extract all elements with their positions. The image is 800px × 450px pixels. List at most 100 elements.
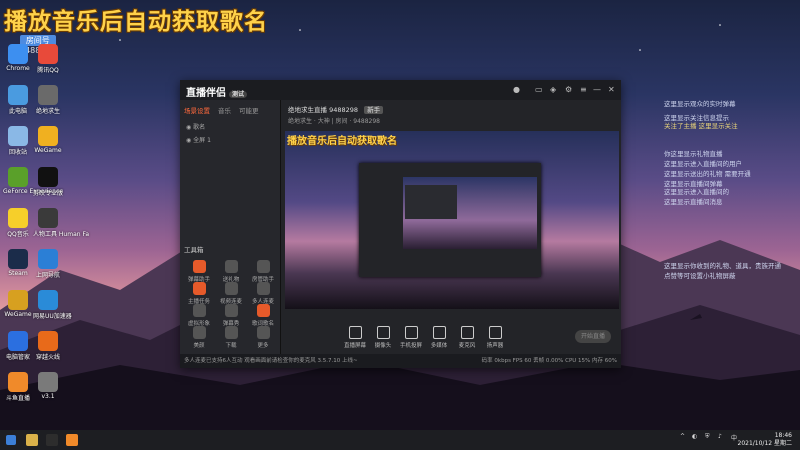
- ime-icon[interactable]: 中: [731, 433, 737, 442]
- desktop-icon[interactable]: 绝地求生: [33, 85, 63, 115]
- minimize-icon[interactable]: —: [593, 85, 601, 94]
- room-title: 绝地求生直播 9488298 新手: [288, 104, 384, 114]
- desktop-icon[interactable]: QQ音乐: [3, 208, 33, 238]
- bottom-tool-button[interactable]: 麦克风: [452, 326, 482, 349]
- desktop-icon[interactable]: 腾讯QQ: [33, 44, 63, 74]
- capcut-taskbar-icon[interactable]: [46, 434, 58, 446]
- toolbox-item[interactable]: 美颜: [186, 326, 212, 349]
- bottom-tool-button[interactable]: 扬声器: [480, 326, 510, 349]
- toolbox-item[interactable]: 多人连麦: [250, 282, 276, 305]
- network-icon[interactable]: ◐: [692, 433, 697, 440]
- toolbox-item[interactable]: 弹幕助手: [186, 260, 212, 283]
- bottom-tool-button[interactable]: 直播屏幕: [340, 326, 370, 349]
- overlay-title: 播放音乐后自动获取歌名: [4, 9, 268, 35]
- toolbox-item[interactable]: 主播任务: [186, 282, 212, 305]
- scene-item[interactable]: ◉ 歌名: [180, 120, 280, 133]
- shield-icon[interactable]: ⛨: [705, 433, 710, 441]
- desktop-icon-label: 上网导航: [35, 272, 60, 279]
- chat-line: 你这里显示礼物直播: [664, 150, 723, 158]
- desktop-icon-label: 剪映专业版: [33, 190, 64, 197]
- tray-arrow-icon[interactable]: ^: [680, 433, 685, 440]
- tool-label: 下载: [225, 343, 237, 349]
- desktop-icon[interactable]: 人物工具 Human Fa: [33, 208, 89, 238]
- volume-icon[interactable]: ♪: [718, 433, 722, 440]
- app-icon: [8, 44, 28, 64]
- sidebar-tab[interactable]: 场景设置: [184, 105, 210, 115]
- sidebar-tabs: 场景设置 音乐 可能更: [180, 100, 280, 120]
- app-icon: [8, 167, 28, 187]
- toolbox-item[interactable]: 虚拟形象: [186, 304, 212, 327]
- desktop-icon[interactable]: WeGame: [33, 126, 63, 154]
- desktop-icon[interactable]: GeForce Experience: [3, 167, 63, 195]
- toolbox-item[interactable]: 视频连麦: [218, 282, 244, 305]
- bottom-tool-button[interactable]: 多媒体: [424, 326, 454, 349]
- bottom-tool-label: 麦克风: [458, 343, 476, 349]
- desktop-icon[interactable]: 此电脑: [3, 85, 33, 115]
- tool-icon: [192, 282, 206, 295]
- desktop-icon[interactable]: Steam: [3, 249, 33, 277]
- tool-icon: [256, 260, 270, 273]
- desktop-icon-label: 斗鱼直播: [5, 395, 30, 402]
- gift-icon[interactable]: ◈: [550, 85, 556, 94]
- close-icon[interactable]: ✕: [608, 85, 615, 94]
- app-icon: [8, 290, 28, 310]
- desktop-icon-label: Steam: [8, 270, 28, 277]
- desktop-icon[interactable]: 斗鱼直播: [3, 372, 33, 402]
- app-icon: [8, 208, 28, 228]
- app-name: 直播伴侣: [186, 88, 226, 99]
- bottom-tool-button[interactable]: 摄像头: [368, 326, 398, 349]
- menu-icon[interactable]: ≡: [580, 85, 587, 94]
- app-icon: [8, 331, 28, 351]
- desktop-icon[interactable]: 电脑管家: [3, 331, 33, 361]
- bottom-tool-icon: [432, 326, 446, 339]
- room-tag[interactable]: 新手: [364, 106, 384, 114]
- toolbox-item[interactable]: 下载: [218, 326, 244, 349]
- desktop-icon[interactable]: v3.1: [33, 372, 63, 400]
- app-titlebar[interactable]: 直播伴侣 测试 ● ▭ ◈ ⚙ ≡ — ✕: [180, 80, 621, 100]
- desktop-icon-label: 电脑管家: [5, 354, 30, 361]
- tool-icon: [224, 260, 238, 273]
- toolbox-item[interactable]: 房管助手: [250, 260, 276, 283]
- desktop-icon[interactable]: WeGame: [3, 290, 33, 318]
- desktop-icon[interactable]: 剪映专业版: [33, 167, 63, 197]
- avatar-icon[interactable]: ●: [513, 85, 520, 94]
- bottom-tool-icon: [348, 326, 362, 339]
- nested-app-preview: [359, 163, 541, 277]
- scene-list: ◉ 歌名 ◉ 全屏 1: [180, 120, 280, 146]
- toolbox-item[interactable]: 歌词歌名: [250, 304, 276, 327]
- toolbox-item[interactable]: 送礼物: [218, 260, 244, 283]
- bottom-tool-icon: [404, 326, 418, 339]
- app-icon: [38, 44, 58, 64]
- streaming-app-window[interactable]: 直播伴侣 测试 ● ▭ ◈ ⚙ ≡ — ✕ 场景设置 音乐 可能更 ◉ 歌名 ◉ 全屏 …: [180, 80, 621, 368]
- desktop-icon[interactable]: 上网导航: [33, 249, 63, 279]
- live-app-taskbar-icon[interactable]: [66, 434, 78, 446]
- scene-item-label: 全屏 1: [193, 137, 211, 144]
- windows-start-icon[interactable]: [6, 435, 16, 445]
- desktop-icon-label: 绝地求生: [35, 108, 60, 115]
- chat-line: 点赞等可设置小礼物屏蔽: [664, 272, 736, 280]
- message-icon[interactable]: ▭: [535, 85, 543, 94]
- file-explorer-icon[interactable]: [26, 434, 38, 446]
- bottom-tool-label: 多媒体: [430, 343, 448, 349]
- desktop-icon[interactable]: Chrome: [3, 44, 33, 72]
- sidebar-tab[interactable]: 可能更: [239, 105, 259, 115]
- bottom-tool-label: 手机投屏: [399, 343, 422, 349]
- start-live-button[interactable]: 开始直播: [575, 330, 611, 343]
- bottom-tool-label: 摄像头: [374, 343, 392, 349]
- bottom-tool-icon: [488, 326, 502, 339]
- settings-icon[interactable]: ⚙: [565, 85, 572, 94]
- desktop-icon-label: WeGame: [4, 311, 32, 318]
- chat-line: 这里显示直播间消息: [664, 198, 723, 206]
- toolbox-item[interactable]: 弹幕秀: [218, 304, 244, 327]
- desktop-icon[interactable]: 穿越火线: [33, 331, 63, 361]
- desktop-icon[interactable]: 回收站: [3, 126, 33, 156]
- tool-label: 美颜: [193, 343, 205, 349]
- scene-item[interactable]: ◉ 全屏 1: [180, 133, 280, 146]
- desktop-icon[interactable]: 网易UU加速器: [33, 290, 72, 320]
- status-bar: 多人连麦已支持6人互动 观看画面前请检查你的麦克风 3.5.7.10 上线~ 码…: [180, 354, 621, 368]
- toolbox-item[interactable]: 更多: [250, 326, 276, 349]
- system-clock[interactable]: 18:46 2021/10/12 星期二: [738, 432, 793, 448]
- sidebar-tab[interactable]: 音乐: [218, 105, 231, 115]
- stream-preview[interactable]: 播放音乐后自动获取歌名: [285, 131, 619, 309]
- bottom-tool-button[interactable]: 手机投屏: [396, 326, 426, 349]
